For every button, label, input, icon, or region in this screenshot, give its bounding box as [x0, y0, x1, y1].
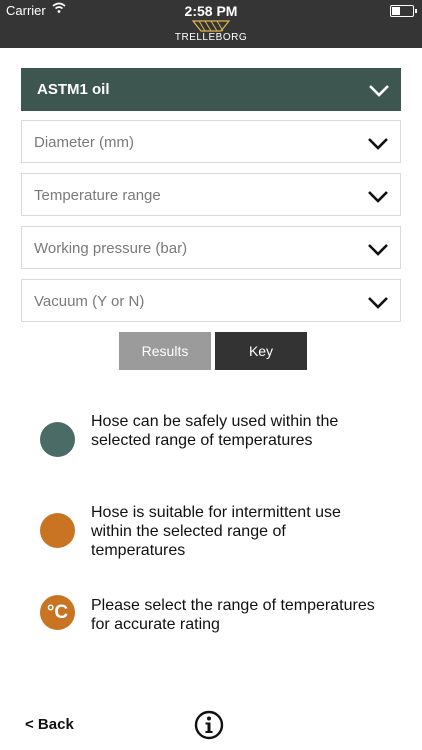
- legend-text-safe: Hose can be safely used within the selec…: [91, 413, 339, 449]
- chevron-down-icon: [368, 297, 388, 309]
- chevron-down-icon: [368, 138, 388, 150]
- status-bar: Carrier 2:58 PM: [0, 0, 422, 20]
- legend-text-intermittent: Hose is suitable for intermittent use wi…: [91, 504, 341, 559]
- temperature-dropdown[interactable]: Temperature range: [21, 173, 401, 216]
- pressure-dropdown-label: Working pressure (bar): [34, 240, 188, 257]
- temperature-dropdown-label: Temperature range: [34, 187, 161, 204]
- material-dropdown[interactable]: ASTM1 oil: [21, 68, 401, 111]
- celsius-icon: °C: [40, 595, 75, 630]
- legend-text-select-range: Please select the range of temperatures …: [91, 597, 375, 633]
- app-header: Carrier 2:58 PM TRELLEBORG: [0, 0, 422, 48]
- results-button[interactable]: Results: [119, 332, 211, 370]
- safe-indicator-dot: [40, 422, 75, 457]
- pressure-dropdown[interactable]: Working pressure (bar): [21, 226, 401, 269]
- chevron-down-icon: [369, 85, 389, 97]
- intermittent-indicator-dot: [40, 513, 75, 548]
- info-icon[interactable]: [194, 710, 224, 740]
- brand-logo: TRELLEBORG: [0, 20, 422, 48]
- battery-icon: [390, 5, 417, 17]
- chevron-down-icon: [368, 191, 388, 203]
- trelleborg-logo-icon: [191, 20, 231, 32]
- status-time: 2:58 PM: [184, 3, 238, 19]
- brand-name: TRELLEBORG: [174, 32, 248, 43]
- diameter-dropdown-label: Diameter (mm): [34, 134, 134, 151]
- vacuum-dropdown[interactable]: Vacuum (Y or N): [21, 279, 401, 322]
- key-button[interactable]: Key: [215, 332, 307, 370]
- diameter-dropdown[interactable]: Diameter (mm): [21, 120, 401, 163]
- back-button[interactable]: < Back: [25, 716, 74, 733]
- material-dropdown-label: ASTM1 oil: [37, 81, 110, 98]
- chevron-down-icon: [368, 244, 388, 256]
- vacuum-dropdown-label: Vacuum (Y or N): [34, 293, 145, 310]
